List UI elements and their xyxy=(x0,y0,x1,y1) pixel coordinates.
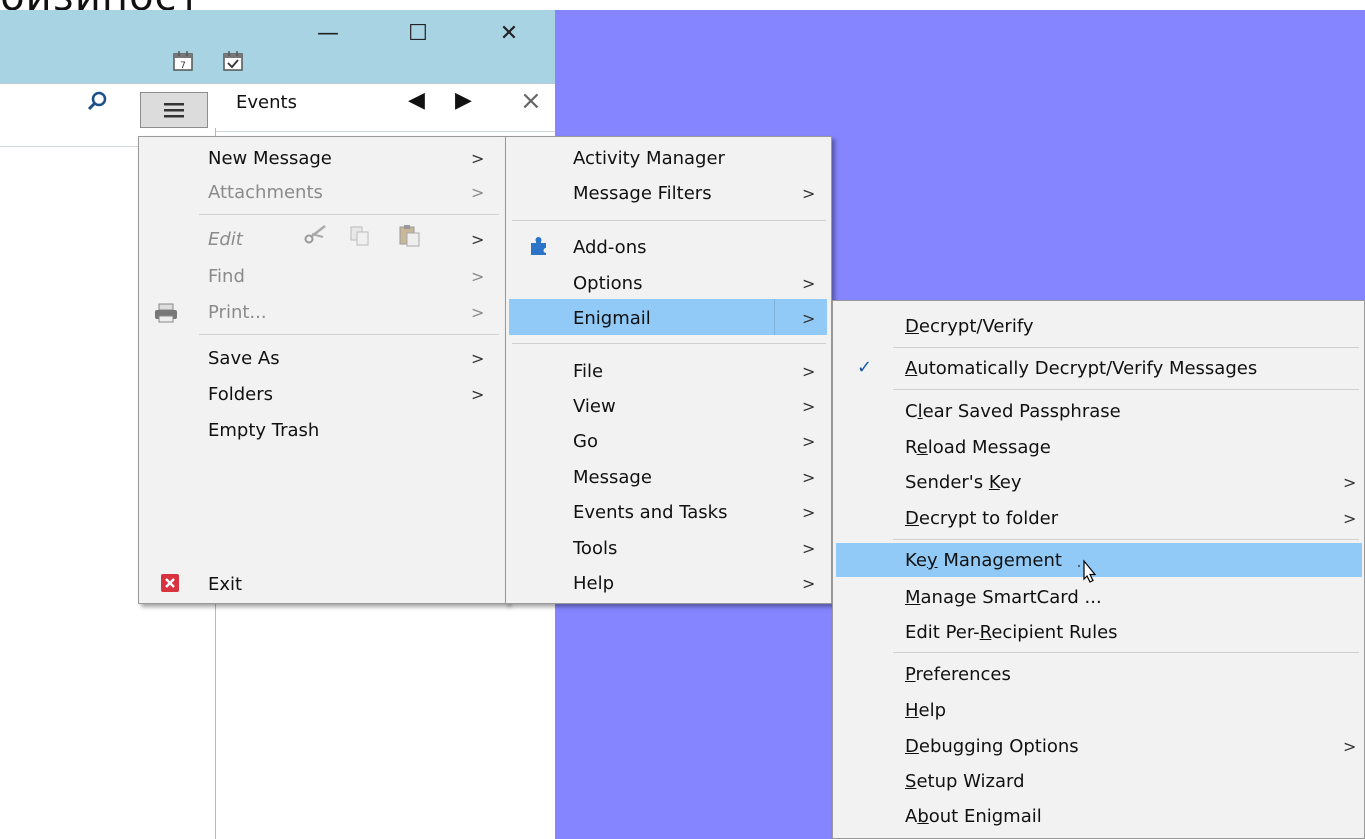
menu-item-events-and-tasks[interactable]: Events and Tasks xyxy=(573,502,727,523)
split-divider xyxy=(774,299,775,335)
printer-icon xyxy=(153,303,179,327)
checkmark-icon: ✓ xyxy=(857,357,873,378)
submenu-arrow-icon: > xyxy=(802,432,816,451)
close-button[interactable]: ✕ xyxy=(486,14,532,52)
svg-text:7: 7 xyxy=(180,61,186,71)
menu-item-key-management[interactable]: Key Management xyxy=(905,550,1062,571)
submenu-arrow-icon: > xyxy=(802,574,816,593)
submenu-arrow-icon: > xyxy=(802,184,816,203)
minimize-icon: — xyxy=(317,20,339,46)
submenu-arrow-icon: > xyxy=(802,309,816,328)
close-icon: ✕ xyxy=(499,20,519,46)
submenu-arrow-icon: > xyxy=(802,397,816,416)
submenu-arrow-icon: > xyxy=(802,468,816,487)
close-pane-icon[interactable]: × xyxy=(520,86,542,116)
menu-item-add-ons[interactable]: Add-ons xyxy=(573,237,646,258)
menu-item-activity-manager[interactable]: Activity Manager xyxy=(573,148,725,169)
menu-item-about-enigmail[interactable]: About Enigmail xyxy=(905,806,1042,827)
enigmail-submenu: Decrypt/Verify ✓ Automatically Decrypt/V… xyxy=(832,300,1365,839)
menu-item-clear-saved-passphrase[interactable]: Clear Saved Passphrase xyxy=(905,401,1121,422)
submenu-arrow-icon: > xyxy=(1343,473,1357,492)
menu-item-preferences[interactable]: Preferences xyxy=(905,664,1011,685)
submenu-arrow-icon: > xyxy=(471,303,485,322)
next-arrow-icon[interactable]: ▶ xyxy=(455,88,472,113)
menu-item-message[interactable]: Message xyxy=(573,467,652,488)
menu-item-reload-message[interactable]: Reload Message xyxy=(905,437,1051,458)
menu-separator xyxy=(199,214,499,215)
submenu-arrow-icon: > xyxy=(471,230,485,249)
menu-item-find[interactable]: Find xyxy=(208,266,245,287)
menu-separator xyxy=(512,220,826,221)
menu-separator xyxy=(199,334,499,335)
title-bar xyxy=(0,10,555,83)
menu-item-edit-per-recipient-rules[interactable]: Edit Per-Recipient Rules xyxy=(905,622,1118,643)
menu-item-folders[interactable]: Folders xyxy=(208,384,273,405)
submenu-arrow-icon: > xyxy=(802,503,816,522)
menu-item-options[interactable]: Options xyxy=(573,273,642,294)
menu-item-auto-decrypt-verify[interactable]: Automatically Decrypt/Verify Messages xyxy=(905,358,1257,379)
menu-item-print[interactable]: Print... xyxy=(208,302,267,323)
submenu-arrow-icon: > xyxy=(1343,737,1357,756)
menu-item-senders-key[interactable]: Sender's Key xyxy=(905,472,1022,493)
submenu-arrow-icon: > xyxy=(471,385,485,404)
submenu-arrow-icon: > xyxy=(471,267,485,286)
app-menu-button[interactable] xyxy=(140,92,208,128)
cut-icon[interactable] xyxy=(303,223,327,249)
paste-icon[interactable] xyxy=(397,223,421,251)
puzzle-piece-icon xyxy=(528,235,550,261)
menu-item-attachments[interactable]: Attachments xyxy=(208,182,323,203)
menu-item-decrypt-to-folder[interactable]: Decrypt to folder xyxy=(905,508,1058,529)
menu-separator xyxy=(893,389,1359,390)
header-divider xyxy=(0,146,140,147)
menu-item-help[interactable]: Help xyxy=(905,700,946,721)
events-pane-title: Events xyxy=(236,92,297,113)
menu-item-edit[interactable]: Edit xyxy=(208,229,243,250)
menu-item-view[interactable]: View xyxy=(573,396,616,417)
menu-item-save-as[interactable]: Save As xyxy=(208,348,280,369)
menu-separator xyxy=(893,539,1359,540)
tasks-icon[interactable] xyxy=(222,50,244,76)
menu-item-exit[interactable]: Exit xyxy=(208,574,242,595)
menu-item-decrypt-verify[interactable]: Decrypt/Verify xyxy=(905,316,1034,337)
submenu-arrow-icon: > xyxy=(802,362,816,381)
exit-icon xyxy=(161,574,179,596)
maximize-button[interactable]: ☐ xyxy=(395,14,441,52)
menu-separator xyxy=(893,652,1359,653)
menu-item-debugging-options[interactable]: Debugging Options xyxy=(905,736,1079,757)
menu-item-go[interactable]: Go xyxy=(573,431,598,452)
menu-item-manage-smartcard[interactable]: Manage SmartCard ... xyxy=(905,587,1102,608)
submenu-arrow-icon: > xyxy=(1343,509,1357,528)
menu-item-enigmail[interactable]: Enigmail xyxy=(573,308,651,329)
menu-item-file[interactable]: File xyxy=(573,361,603,382)
calendar-icon[interactable]: 7 xyxy=(172,50,194,76)
application-submenu: Activity Manager Message Filters > Add-o… xyxy=(505,136,832,604)
maximize-icon: ☐ xyxy=(408,20,428,46)
menu-item-empty-trash[interactable]: Empty Trash xyxy=(208,420,319,441)
search-icon[interactable] xyxy=(86,90,108,116)
events-pane-divider xyxy=(216,131,555,132)
hamburger-icon xyxy=(164,103,184,118)
menu-item-tools[interactable]: Tools xyxy=(573,538,617,559)
menu-item-help[interactable]: Help xyxy=(573,573,614,594)
submenu-arrow-icon: > xyxy=(471,149,485,168)
menu-separator xyxy=(512,343,826,344)
minimize-button[interactable]: — xyxy=(305,14,351,52)
toolbar-divider xyxy=(0,83,555,84)
copy-icon[interactable] xyxy=(349,225,371,251)
main-app-menu: New Message > Attachments > Edit > Find … xyxy=(138,136,508,604)
submenu-arrow-icon: > xyxy=(802,274,816,293)
submenu-arrow-icon: > xyxy=(471,183,485,202)
menu-item-message-filters[interactable]: Message Filters xyxy=(573,183,712,204)
menu-item-new-message[interactable]: New Message xyxy=(208,148,332,169)
previous-arrow-icon[interactable]: ◀ xyxy=(408,88,425,113)
submenu-arrow-icon: > xyxy=(471,349,485,368)
menu-item-setup-wizard[interactable]: Setup Wizard xyxy=(905,771,1025,792)
submenu-arrow-icon: > xyxy=(802,539,816,558)
menu-separator xyxy=(893,347,1359,348)
menu-item-enigmail-highlight xyxy=(509,299,827,335)
